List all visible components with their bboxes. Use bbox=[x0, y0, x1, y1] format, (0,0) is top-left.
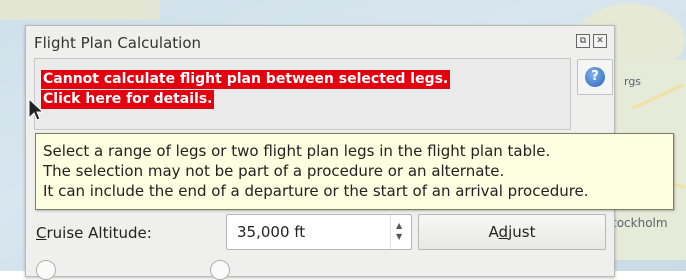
error-message-panel[interactable]: Cannot calculate flight plan between sel… bbox=[34, 58, 571, 130]
chevron-up-icon[interactable]: ▲ bbox=[396, 221, 402, 230]
radio-button[interactable] bbox=[210, 260, 230, 280]
cruise-altitude-label: Cruise Altitude: bbox=[36, 224, 152, 242]
tooltip-line: It can include the end of a departure or… bbox=[43, 182, 589, 200]
error-details-link[interactable]: Click here for details. bbox=[41, 90, 215, 109]
tooltip-line: The selection may not be part of a proce… bbox=[43, 162, 505, 180]
close-icon[interactable]: ✕ bbox=[593, 34, 607, 48]
float-icon[interactable]: ⧉ bbox=[576, 34, 590, 48]
error-message-line[interactable]: Cannot calculate flight plan between sel… bbox=[41, 70, 451, 89]
title-bar[interactable]: Flight Plan Calculation ⧉ ✕ bbox=[26, 26, 614, 56]
dialog-title: Flight Plan Calculation bbox=[34, 34, 201, 52]
bottom-options-row bbox=[30, 258, 610, 280]
map-label: rgs bbox=[624, 75, 642, 88]
map-label: tockholm bbox=[612, 216, 668, 230]
help-button[interactable]: ? bbox=[577, 59, 613, 95]
map-land bbox=[0, 0, 160, 20]
chevron-down-icon[interactable]: ▼ bbox=[396, 232, 402, 241]
tooltip-line: Select a range of legs or two flight pla… bbox=[43, 142, 551, 160]
cruise-altitude-spinbox[interactable]: 35,000 ft ▲ ▼ bbox=[226, 214, 412, 250]
cruise-altitude-value[interactable]: 35,000 ft bbox=[237, 223, 305, 241]
mouse-cursor-icon bbox=[28, 98, 44, 121]
details-tooltip: Select a range of legs or two flight pla… bbox=[35, 133, 674, 210]
spinbox-arrows[interactable]: ▲ ▼ bbox=[390, 215, 411, 249]
radio-button[interactable] bbox=[36, 260, 56, 280]
adjust-button[interactable]: Adjust bbox=[418, 214, 606, 250]
help-icon: ? bbox=[585, 67, 605, 87]
